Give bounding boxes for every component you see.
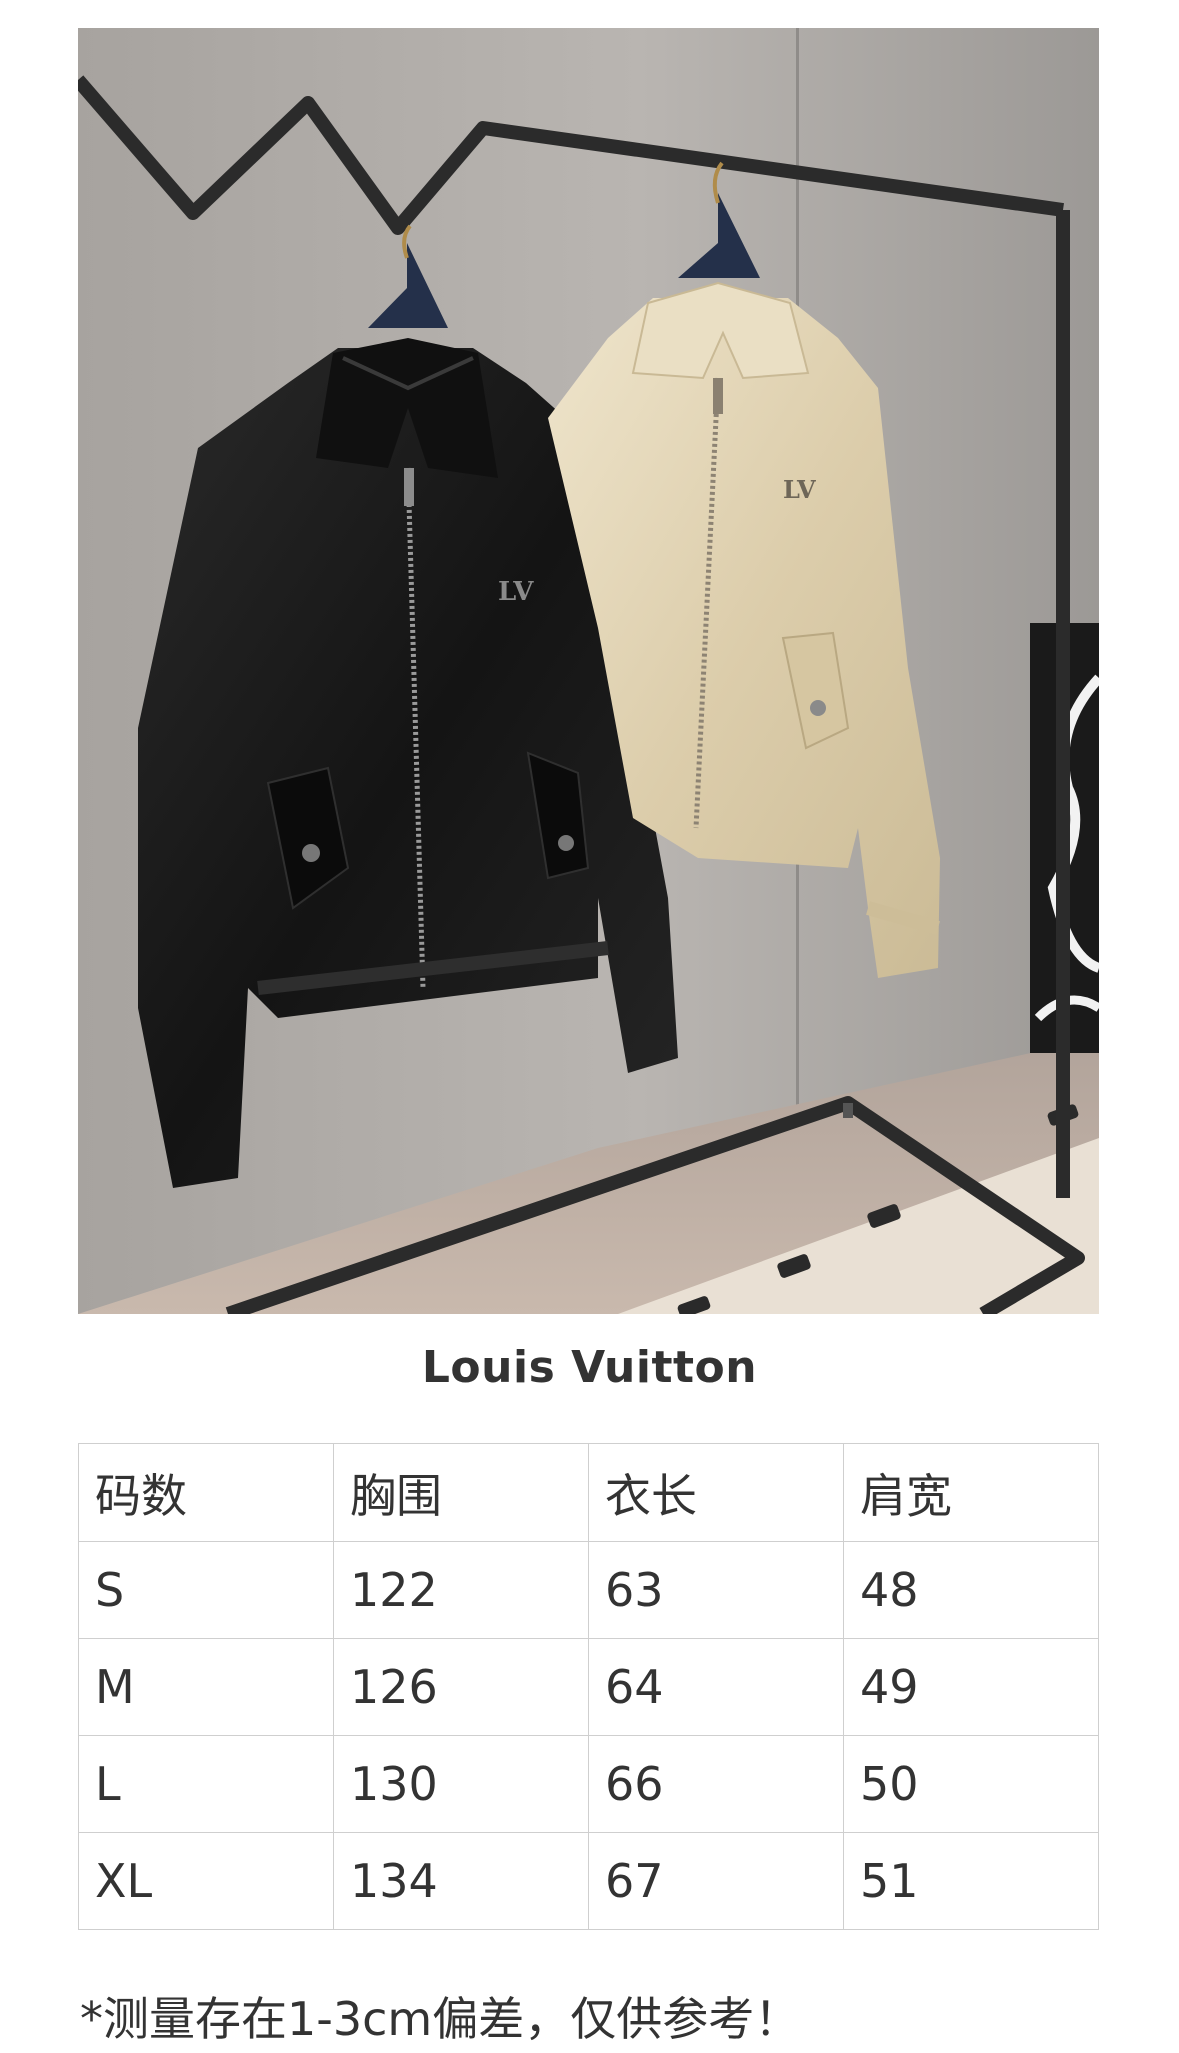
cell-length: 64 [588, 1638, 844, 1736]
cell-size: XL [78, 1832, 334, 1930]
size-chart-table: 码数 胸围 衣长 肩宽 S 122 63 48 M 126 64 49 L 13… [78, 1443, 1099, 1930]
table-row: M 126 64 49 [78, 1638, 1099, 1736]
cell-shoulder: 48 [843, 1541, 1099, 1639]
cell-size: M [78, 1638, 334, 1736]
header-size: 码数 [78, 1443, 334, 1542]
cell-length: 63 [588, 1541, 844, 1639]
brand-title: Louis Vuitton [421, 1342, 758, 1393]
jackets-on-rack-image: LV LV [78, 28, 1099, 1314]
table-header-row: 码数 胸围 衣长 肩宽 [78, 1443, 1099, 1542]
cell-shoulder: 50 [843, 1735, 1099, 1833]
cell-chest: 122 [333, 1541, 589, 1639]
cell-shoulder: 51 [843, 1832, 1099, 1930]
header-chest: 胸围 [333, 1443, 589, 1542]
cell-chest: 126 [333, 1638, 589, 1736]
cell-shoulder: 49 [843, 1638, 1099, 1736]
cell-length: 67 [588, 1832, 844, 1930]
svg-text:LV: LV [783, 475, 816, 504]
table-row: XL 134 67 51 [78, 1832, 1099, 1930]
svg-text:LV: LV [498, 577, 534, 607]
product-photo: LV LV [78, 28, 1099, 1314]
cell-chest: 134 [333, 1832, 589, 1930]
measurement-note: *测量存在1-3cm偏差，仅供参考！ [80, 1992, 801, 2046]
cell-chest: 130 [333, 1735, 589, 1833]
cell-size: L [78, 1735, 334, 1833]
table-row: S 122 63 48 [78, 1541, 1099, 1639]
table-row: L 130 66 50 [78, 1735, 1099, 1833]
cell-length: 66 [588, 1735, 844, 1833]
header-length: 衣长 [588, 1443, 844, 1542]
header-shoulder: 肩宽 [843, 1443, 1099, 1542]
cell-size: S [78, 1541, 334, 1639]
